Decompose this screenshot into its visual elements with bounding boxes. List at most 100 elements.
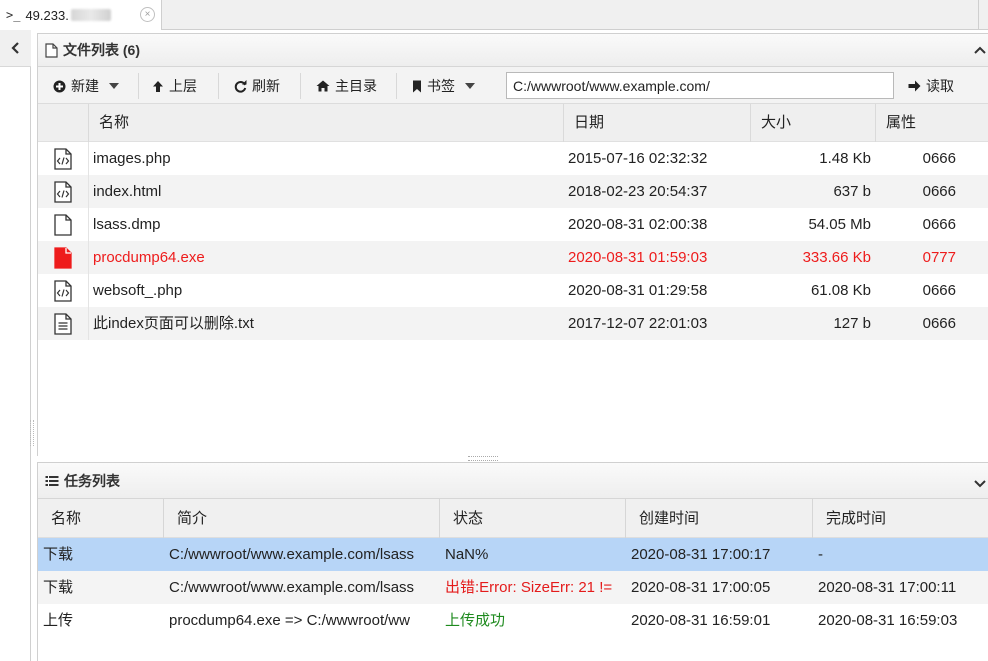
task-created: 2020-08-31 17:00:17 bbox=[631, 546, 771, 563]
file-attr: 0777 bbox=[922, 249, 956, 266]
task-row[interactable]: 下载 C:/wwwroot/www.example.com/lsass 出错:E… bbox=[38, 571, 988, 604]
sidebar-resize-handle[interactable] bbox=[30, 420, 34, 446]
panel-resize-handle[interactable] bbox=[468, 456, 498, 461]
task-name: 下载 bbox=[43, 546, 74, 563]
column-header-created[interactable]: 创建时间 bbox=[626, 499, 813, 538]
up-button[interactable]: 上层 bbox=[152, 74, 197, 98]
tabbar-divider bbox=[978, 0, 979, 30]
toolbar-divider bbox=[300, 73, 301, 99]
task-status: NaN% bbox=[445, 546, 489, 563]
file-attr: 0666 bbox=[922, 150, 956, 167]
text-file-icon bbox=[38, 307, 88, 340]
read-button[interactable]: 读取 bbox=[908, 74, 954, 98]
file-date: 2018-02-23 20:54:37 bbox=[568, 183, 708, 200]
file-grid-header: 名称 日期 大小 属性 bbox=[38, 104, 988, 142]
file-list: images.php 2015-07-16 02:32:32 1.48 Kb 0… bbox=[38, 142, 988, 340]
file-name: images.php bbox=[93, 150, 171, 167]
file-size: 637 b bbox=[833, 183, 871, 200]
caret-down-icon bbox=[109, 83, 119, 89]
task-grid-header: 名称 简介 状态 创建时间 完成时间 bbox=[38, 499, 988, 538]
file-date: 2015-07-16 02:32:32 bbox=[568, 150, 708, 167]
code-file-icon bbox=[38, 142, 88, 175]
file-date: 2017-12-07 22:01:03 bbox=[568, 315, 708, 332]
arrow-up-icon bbox=[153, 80, 163, 92]
file-toolbar: 新建 上层 刷新 主目录 书签 读取 bbox=[38, 67, 988, 104]
chevron-up-icon[interactable] bbox=[974, 43, 986, 59]
new-button-label: 新建 bbox=[71, 78, 99, 94]
arrow-right-icon bbox=[908, 80, 921, 92]
task-created: 2020-08-31 16:59:01 bbox=[631, 612, 771, 629]
file-name: procdump64.exe bbox=[93, 249, 205, 266]
refresh-button[interactable]: 刷新 bbox=[234, 74, 280, 98]
file-size: 54.05 Mb bbox=[808, 216, 871, 233]
file-row[interactable]: index.html 2018-02-23 20:54:37 637 b 066… bbox=[38, 175, 988, 208]
caret-down-icon bbox=[465, 83, 475, 89]
file-attr: 0666 bbox=[922, 315, 956, 332]
tab-title: 49.233. bbox=[25, 7, 69, 23]
refresh-icon bbox=[234, 79, 247, 93]
file-size: 1.48 Kb bbox=[819, 150, 871, 167]
column-header-desc[interactable]: 简介 bbox=[164, 499, 440, 538]
file-row[interactable]: images.php 2015-07-16 02:32:32 1.48 Kb 0… bbox=[38, 142, 988, 175]
file-name: index.html bbox=[93, 183, 162, 200]
column-header-attr[interactable]: 属性 bbox=[876, 104, 988, 142]
task-done: 2020-08-31 16:59:03 bbox=[818, 612, 958, 629]
task-done: 2020-08-31 17:00:11 bbox=[818, 579, 957, 596]
file-row[interactable]: 此index页面可以删除.txt 2017-12-07 22:01:03 127… bbox=[38, 307, 988, 340]
task-status: 出错:Error: SizeErr: 21 != bbox=[445, 579, 613, 596]
toolbar-divider bbox=[396, 73, 397, 99]
task-name: 上传 bbox=[43, 612, 74, 629]
executable-file-icon bbox=[38, 241, 88, 274]
file-row[interactable]: lsass.dmp 2020-08-31 02:00:38 54.05 Mb 0… bbox=[38, 208, 988, 241]
file-name: 此index页面可以删除.txt bbox=[93, 315, 254, 332]
toolbar-divider bbox=[138, 73, 139, 99]
chevron-down-icon[interactable] bbox=[974, 476, 986, 492]
file-date: 2020-08-31 01:59:03 bbox=[568, 249, 708, 266]
task-created: 2020-08-31 17:00:05 bbox=[631, 579, 771, 596]
code-file-icon bbox=[38, 274, 88, 307]
home-icon bbox=[316, 80, 330, 92]
close-icon[interactable]: × bbox=[140, 7, 155, 22]
file-attr: 0666 bbox=[922, 216, 956, 233]
file-panel: 文件列表 (6) 新建 上层 刷新 主目录 书签 C:/wwwroot/www.… bbox=[37, 33, 988, 456]
file-row[interactable]: procdump64.exe 2020-08-31 01:59:03 333.6… bbox=[38, 241, 988, 274]
new-button[interactable]: 新建 bbox=[53, 74, 124, 98]
file-row[interactable]: websoft_.php 2020-08-31 01:29:58 61.08 K… bbox=[38, 274, 988, 307]
list-icon bbox=[45, 475, 59, 487]
column-header-done[interactable]: 完成时间 bbox=[813, 499, 988, 538]
task-panel-header: 任务列表 bbox=[38, 463, 988, 499]
file-size: 127 b bbox=[833, 315, 871, 332]
home-button-label: 主目录 bbox=[335, 78, 377, 94]
terminal-icon: >_ bbox=[6, 8, 21, 22]
task-list: 下载 C:/wwwroot/www.example.com/lsass NaN%… bbox=[38, 538, 988, 637]
bookmark-icon bbox=[413, 80, 421, 92]
file-name: lsass.dmp bbox=[93, 216, 161, 233]
task-desc: procdump64.exe => C:/wwwroot/ww bbox=[169, 612, 410, 629]
blank-file-icon bbox=[38, 208, 88, 241]
column-header-name[interactable]: 名称 bbox=[89, 104, 564, 142]
bookmark-button-label: 书签 bbox=[427, 78, 455, 94]
column-header-date[interactable]: 日期 bbox=[564, 104, 751, 142]
read-button-label: 读取 bbox=[926, 78, 954, 94]
task-status: 上传成功 bbox=[445, 612, 506, 629]
tab-bar: >_ 49.233. × bbox=[0, 0, 988, 30]
bookmark-button[interactable]: 书签 bbox=[412, 74, 480, 98]
path-input[interactable] bbox=[506, 72, 894, 99]
task-name: 下载 bbox=[43, 579, 74, 596]
file-size: 333.66 Kb bbox=[802, 249, 871, 266]
chevron-left-icon bbox=[10, 42, 19, 54]
file-panel-header: 文件列表 (6) bbox=[38, 34, 988, 67]
sidebar-collapse-button[interactable] bbox=[0, 30, 31, 67]
up-button-label: 上层 bbox=[169, 78, 197, 94]
refresh-button-label: 刷新 bbox=[252, 78, 280, 94]
task-row[interactable]: 上传 procdump64.exe => C:/wwwroot/ww 上传成功 … bbox=[38, 604, 988, 637]
tab-session[interactable]: >_ 49.233. × bbox=[0, 0, 162, 30]
home-button[interactable]: 主目录 bbox=[316, 74, 377, 98]
file-date: 2020-08-31 01:29:58 bbox=[568, 282, 708, 299]
task-desc: C:/wwwroot/www.example.com/lsass bbox=[169, 579, 415, 596]
column-header-size[interactable]: 大小 bbox=[751, 104, 876, 142]
column-header-name[interactable]: 名称 bbox=[38, 499, 164, 538]
column-header-status[interactable]: 状态 bbox=[440, 499, 626, 538]
task-desc: C:/wwwroot/www.example.com/lsass bbox=[169, 546, 415, 563]
task-row[interactable]: 下载 C:/wwwroot/www.example.com/lsass NaN%… bbox=[38, 538, 988, 571]
